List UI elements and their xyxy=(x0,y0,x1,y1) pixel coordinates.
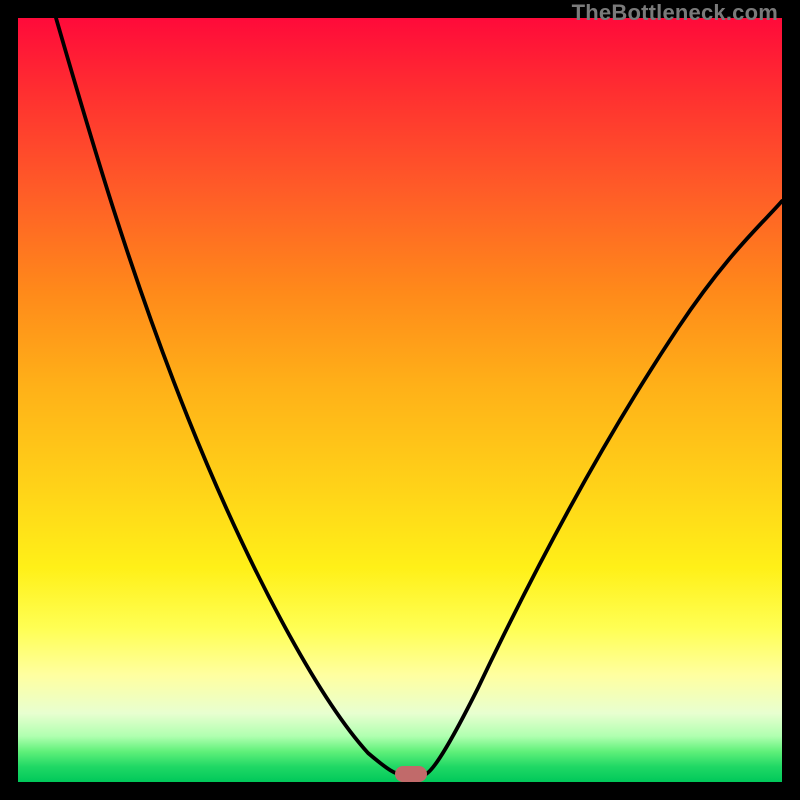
bottom-marker xyxy=(395,766,427,782)
curve-svg xyxy=(18,18,782,782)
curve-left-branch xyxy=(56,18,416,775)
watermark-text: TheBottleneck.com xyxy=(572,0,778,26)
curve-right-branch xyxy=(424,201,782,775)
plot-area xyxy=(18,18,782,782)
chart-frame: TheBottleneck.com xyxy=(0,0,800,800)
